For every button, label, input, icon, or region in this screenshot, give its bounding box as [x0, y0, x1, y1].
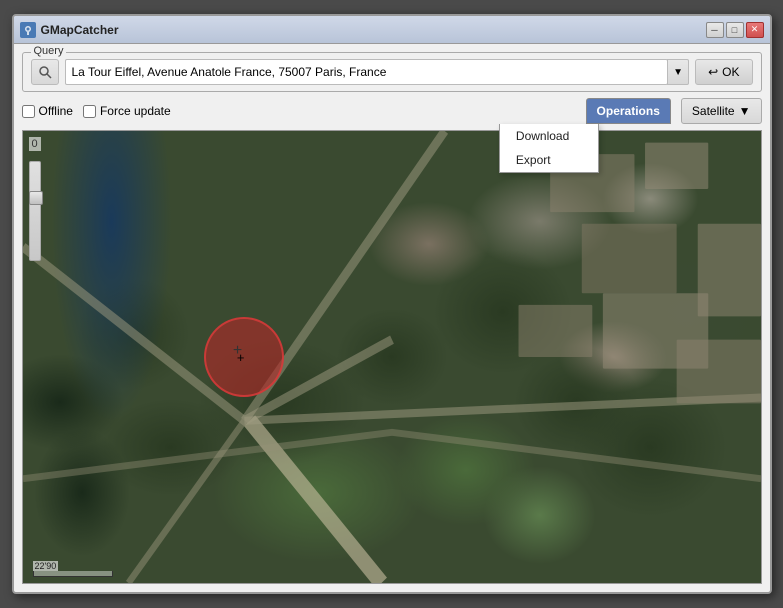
- query-legend: Query: [31, 45, 67, 57]
- title-bar: GMapCatcher ─ □ ✕: [14, 16, 770, 44]
- app-icon: [20, 22, 36, 38]
- window-title: GMapCatcher: [41, 23, 119, 37]
- ok-icon: ↩: [708, 65, 718, 79]
- operations-button[interactable]: Operations: [586, 98, 671, 124]
- satellite-label: Satellite: [692, 104, 735, 118]
- title-buttons: ─ □ ✕: [706, 22, 764, 38]
- satellite-arrow: ▼: [739, 104, 751, 118]
- satellite-button[interactable]: Satellite ▼: [681, 98, 762, 124]
- minimize-button[interactable]: ─: [706, 22, 724, 38]
- crosshair-icon: +: [237, 350, 251, 364]
- main-window: GMapCatcher ─ □ ✕ Query ▼ ↩: [12, 14, 772, 594]
- force-update-label: Force update: [100, 104, 171, 118]
- force-update-checkbox-label[interactable]: Force update: [83, 104, 171, 118]
- scale-line: [33, 571, 113, 577]
- download-menu-item[interactable]: Download: [500, 124, 598, 148]
- map-container[interactable]: + 0 22'90: [22, 130, 762, 584]
- title-bar-left: GMapCatcher: [20, 22, 119, 38]
- operations-container: Operations Download Export: [586, 98, 671, 124]
- zoom-bar: [29, 161, 41, 261]
- zoom-handle[interactable]: [29, 191, 43, 205]
- scale-text: 22'90: [33, 561, 59, 571]
- restore-button[interactable]: □: [726, 22, 744, 38]
- location-marker: +: [204, 317, 284, 397]
- toolbar-row: Offline Force update Operations Download…: [22, 98, 762, 124]
- ok-label: OK: [722, 65, 739, 79]
- operations-dropdown-menu: Download Export: [499, 124, 599, 173]
- query-dropdown-button[interactable]: ▼: [667, 59, 689, 85]
- map-roads-layer: [23, 131, 761, 583]
- close-button[interactable]: ✕: [746, 22, 764, 38]
- query-group: Query ▼ ↩ OK: [22, 52, 762, 92]
- zoom-track[interactable]: [29, 161, 41, 261]
- query-row: ▼ ↩ OK: [31, 59, 753, 85]
- offline-checkbox[interactable]: [22, 105, 35, 118]
- content-area: Query ▼ ↩ OK Offline: [14, 44, 770, 592]
- export-menu-item[interactable]: Export: [500, 148, 598, 172]
- search-icon-button[interactable]: [31, 59, 59, 85]
- scale-bar: 22'90: [33, 561, 113, 577]
- offline-label: Offline: [39, 104, 73, 118]
- zoom-level-label: 0: [29, 137, 41, 151]
- query-input[interactable]: [65, 59, 669, 85]
- ok-button[interactable]: ↩ OK: [695, 59, 752, 85]
- force-update-checkbox[interactable]: [83, 105, 96, 118]
- offline-checkbox-label[interactable]: Offline: [22, 104, 73, 118]
